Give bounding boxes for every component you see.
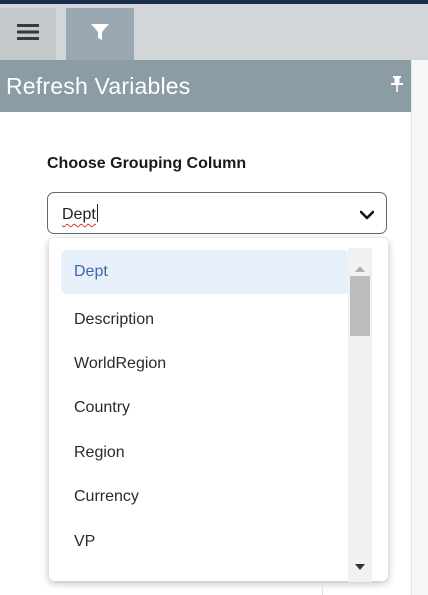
grouping-column-dropdown: Dept Description WorldRegion Country Reg…	[49, 238, 388, 582]
grouping-column-label: Choose Grouping Column	[47, 155, 247, 172]
option-vp[interactable]: VP	[61, 520, 349, 564]
scrollbar-thumb[interactable]	[350, 276, 370, 336]
underlying-field-edge	[322, 582, 349, 595]
grouping-column-select[interactable]: Dept	[47, 192, 387, 234]
dropdown-scrollbar[interactable]	[348, 248, 372, 582]
text-cursor	[96, 204, 98, 222]
panel-title: Refresh Variables	[6, 73, 191, 99]
toolbar	[0, 4, 428, 60]
option-description[interactable]: Description	[61, 298, 349, 342]
grouping-column-value[interactable]: Dept	[62, 204, 98, 224]
option-country[interactable]: Country	[61, 386, 349, 430]
option-worldregion[interactable]: WorldRegion	[61, 342, 349, 386]
panel-header: Refresh Variables	[0, 60, 411, 112]
option-region[interactable]: Region	[61, 431, 349, 475]
arrow-down-icon[interactable]	[354, 558, 366, 576]
filter-icon	[90, 22, 110, 47]
hamburger-menu-icon	[17, 23, 39, 46]
panel-edge-strip	[411, 60, 428, 595]
chevron-down-icon[interactable]	[359, 207, 375, 225]
pin-icon[interactable]	[391, 76, 403, 97]
menu-button[interactable]	[0, 8, 56, 60]
option-currency[interactable]: Currency	[61, 475, 349, 519]
filter-tab-button[interactable]	[66, 8, 134, 60]
option-dept[interactable]: Dept	[61, 250, 349, 294]
